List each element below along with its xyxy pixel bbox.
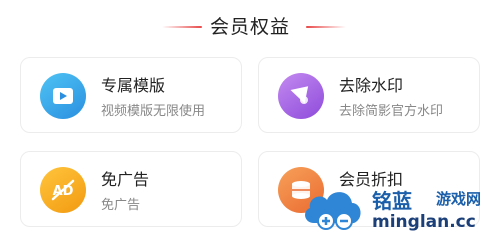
benefit-card-templates[interactable]: 专属模版 视频模版无限使用 — [20, 57, 242, 133]
benefit-card-no-ads[interactable]: AD 免广告 免广告 — [20, 151, 242, 227]
cone-icon — [278, 73, 324, 119]
cloud-logo-icon — [305, 192, 361, 230]
watermark-logo: 铭蓝 游戏网 minglan.cc — [300, 175, 500, 237]
benefit-name: 去除水印 — [339, 76, 404, 95]
watermark-url: minglan.cc — [372, 212, 476, 232]
benefit-name: 专属模版 — [101, 76, 166, 95]
header-divider-right — [306, 26, 346, 28]
watermark-name: 铭蓝 — [372, 189, 412, 213]
benefit-desc: 去除简影官方水印 — [339, 104, 444, 119]
watermark-subname: 游戏网 — [436, 190, 482, 208]
play-icon — [40, 73, 86, 119]
benefit-card-remove-watermark[interactable]: 去除水印 去除简影官方水印 — [258, 57, 480, 133]
benefit-desc: 免广告 — [101, 198, 141, 213]
section-title: 会员权益 — [209, 16, 290, 38]
no-ad-icon: AD — [40, 167, 86, 213]
benefit-name: 免广告 — [101, 170, 150, 189]
benefit-desc: 视频模版无限使用 — [101, 104, 206, 119]
section-header: 会员权益 — [0, 8, 500, 42]
